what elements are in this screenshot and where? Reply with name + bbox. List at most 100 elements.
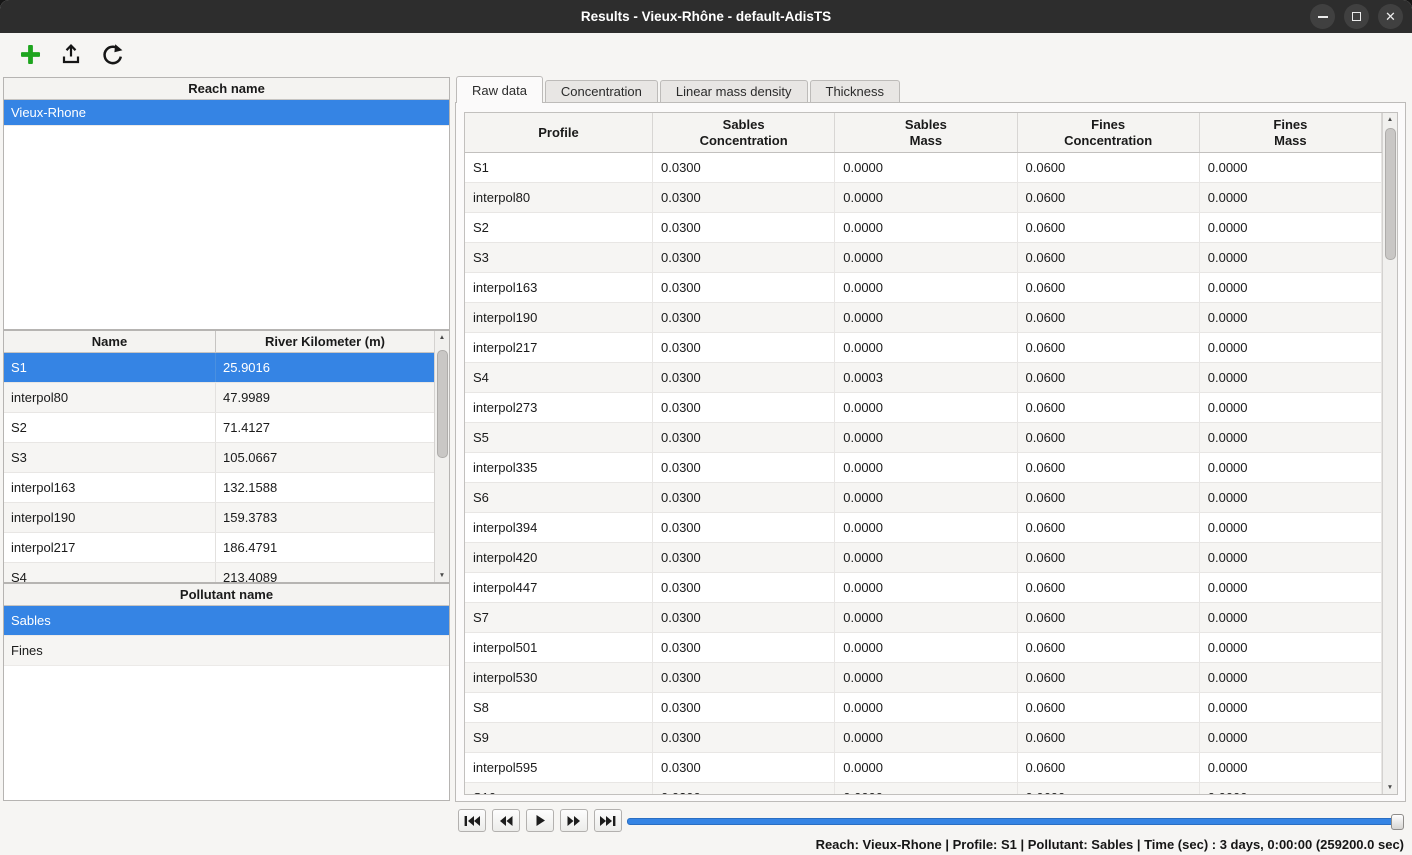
profile-row[interactable]: interpol190159.3783: [4, 503, 434, 533]
raw-table-row[interactable]: S70.03000.00000.06000.0000: [465, 603, 1382, 633]
header-line1: Sables: [905, 117, 947, 133]
profile-km-cell: 25.9016: [216, 353, 434, 382]
raw-scroll-thumb[interactable]: [1385, 128, 1396, 260]
raw-table-row[interactable]: interpol4200.03000.00000.06000.0000: [465, 543, 1382, 573]
raw-profile-cell: interpol190: [465, 303, 653, 332]
raw-table-row[interactable]: S90.03000.00000.06000.0000: [465, 723, 1382, 753]
raw-table-row[interactable]: interpol1630.03000.00000.06000.0000: [465, 273, 1382, 303]
raw-table-row[interactable]: interpol3940.03000.00000.06000.0000: [465, 513, 1382, 543]
raw-value-cell: 0.0600: [1018, 333, 1200, 362]
raw-table-scrollbar[interactable]: ▲ ▼: [1382, 113, 1397, 794]
raw-value-cell: 0.0300: [653, 513, 835, 542]
profiles-scroll-thumb[interactable]: [437, 350, 448, 458]
raw-profile-cell: S6: [465, 483, 653, 512]
scroll-up-icon[interactable]: ▲: [1383, 113, 1397, 126]
raw-table-row[interactable]: S100.03000.00000.06000.0000: [465, 783, 1382, 794]
raw-value-cell: 0.0000: [835, 783, 1017, 794]
raw-value-cell: 0.0000: [1200, 273, 1382, 302]
tab-raw-data[interactable]: Raw data: [456, 76, 543, 103]
tab-linear-mass-density[interactable]: Linear mass density: [660, 80, 808, 103]
reach-list[interactable]: Vieux-Rhone: [4, 100, 449, 329]
tab-bar: Raw dataConcentrationLinear mass density…: [456, 77, 902, 103]
scroll-up-icon[interactable]: ▲: [435, 331, 449, 344]
refresh-button[interactable]: [97, 39, 127, 69]
raw-value-cell: 0.0000: [835, 513, 1017, 542]
raw-table-row[interactable]: S40.03000.00030.06000.0000: [465, 363, 1382, 393]
raw-value-cell: 0.0600: [1018, 183, 1200, 212]
raw-table-row[interactable]: interpol3350.03000.00000.06000.0000: [465, 453, 1382, 483]
time-slider[interactable]: [627, 813, 1403, 831]
pollutant-list[interactable]: SablesFines: [4, 606, 449, 800]
profile-row[interactable]: S271.4127: [4, 413, 434, 443]
header-line1: Profile: [538, 125, 578, 141]
raw-value-cell: 0.0000: [1200, 423, 1382, 452]
seek-backward-button[interactable]: [492, 809, 520, 832]
pollutant-list-item[interactable]: Fines: [4, 636, 449, 666]
raw-value-cell: 0.0000: [835, 213, 1017, 242]
raw-table-row[interactable]: S50.03000.00000.06000.0000: [465, 423, 1382, 453]
play-button[interactable]: [526, 809, 554, 832]
skip-to-end-button[interactable]: [594, 809, 622, 832]
raw-value-cell: 0.0300: [653, 453, 835, 482]
raw-table-row[interactable]: S10.03000.00000.06000.0000: [465, 153, 1382, 183]
raw-value-cell: 0.0600: [1018, 303, 1200, 332]
profile-row[interactable]: S3105.0667: [4, 443, 434, 473]
time-slider-handle[interactable]: [1391, 814, 1404, 830]
raw-table-row[interactable]: interpol2170.03000.00000.06000.0000: [465, 333, 1382, 363]
skip-to-start-button[interactable]: [458, 809, 486, 832]
profiles-scrollbar[interactable]: ▲ ▼: [434, 331, 449, 582]
scroll-down-icon[interactable]: ▼: [1383, 781, 1397, 794]
tab-concentration[interactable]: Concentration: [545, 80, 658, 103]
raw-profile-cell: S3: [465, 243, 653, 272]
time-slider-track[interactable]: [627, 818, 1403, 825]
raw-profile-cell: interpol335: [465, 453, 653, 482]
scroll-down-icon[interactable]: ▼: [435, 569, 449, 582]
profile-row[interactable]: S4213.4089: [4, 563, 434, 582]
header-line2: Mass: [910, 133, 943, 149]
profile-row[interactable]: interpol217186.4791: [4, 533, 434, 563]
add-button[interactable]: [15, 39, 45, 69]
minimize-icon: [1318, 16, 1328, 18]
profiles-header-name[interactable]: Name: [4, 331, 216, 352]
raw-table-row[interactable]: interpol5010.03000.00000.06000.0000: [465, 633, 1382, 663]
raw-table-row[interactable]: interpol1900.03000.00000.06000.0000: [465, 303, 1382, 333]
profile-row[interactable]: interpol8047.9989: [4, 383, 434, 413]
raw-table-row[interactable]: interpol4470.03000.00000.06000.0000: [465, 573, 1382, 603]
minimize-button[interactable]: [1310, 4, 1335, 29]
raw-header-cell[interactable]: SablesMass: [835, 113, 1017, 152]
raw-header-cell[interactable]: SablesConcentration: [653, 113, 835, 152]
reach-list-item[interactable]: Vieux-Rhone: [4, 100, 449, 126]
raw-table-row[interactable]: S20.03000.00000.06000.0000: [465, 213, 1382, 243]
raw-value-cell: 0.0300: [653, 303, 835, 332]
raw-table-row[interactable]: interpol2730.03000.00000.06000.0000: [465, 393, 1382, 423]
raw-table-row[interactable]: S60.03000.00000.06000.0000: [465, 483, 1382, 513]
raw-value-cell: 0.0000: [1200, 513, 1382, 542]
raw-profile-cell: interpol217: [465, 333, 653, 362]
raw-value-cell: 0.0000: [1200, 753, 1382, 782]
profiles-header-km[interactable]: River Kilometer (m): [216, 331, 434, 352]
raw-header-cell[interactable]: Profile: [465, 113, 653, 152]
profile-row[interactable]: interpol163132.1588: [4, 473, 434, 503]
close-button[interactable]: ✕: [1378, 4, 1403, 29]
raw-table-row[interactable]: interpol800.03000.00000.06000.0000: [465, 183, 1382, 213]
raw-value-cell: 0.0000: [835, 693, 1017, 722]
tab-thickness[interactable]: Thickness: [810, 80, 901, 103]
profile-row[interactable]: S125.9016: [4, 353, 434, 383]
raw-scroll-track[interactable]: [1383, 126, 1397, 781]
raw-profile-cell: interpol80: [465, 183, 653, 212]
raw-table-row[interactable]: interpol5950.03000.00000.06000.0000: [465, 753, 1382, 783]
export-button[interactable]: [56, 39, 86, 69]
raw-profile-cell: interpol595: [465, 753, 653, 782]
raw-table-row[interactable]: S30.03000.00000.06000.0000: [465, 243, 1382, 273]
profiles-scroll-track[interactable]: [435, 344, 449, 569]
raw-header-cell[interactable]: FinesConcentration: [1018, 113, 1200, 152]
reach-panel-header: Reach name: [4, 78, 449, 100]
titlebar[interactable]: Results - Vieux-Rhône - default-AdisTS ✕: [0, 0, 1412, 33]
raw-table-row[interactable]: interpol5300.03000.00000.06000.0000: [465, 663, 1382, 693]
raw-value-cell: 0.0000: [1200, 303, 1382, 332]
maximize-button[interactable]: [1344, 4, 1369, 29]
raw-table-row[interactable]: S80.03000.00000.06000.0000: [465, 693, 1382, 723]
pollutant-list-item[interactable]: Sables: [4, 606, 449, 636]
seek-forward-button[interactable]: [560, 809, 588, 832]
raw-header-cell[interactable]: FinesMass: [1200, 113, 1382, 152]
